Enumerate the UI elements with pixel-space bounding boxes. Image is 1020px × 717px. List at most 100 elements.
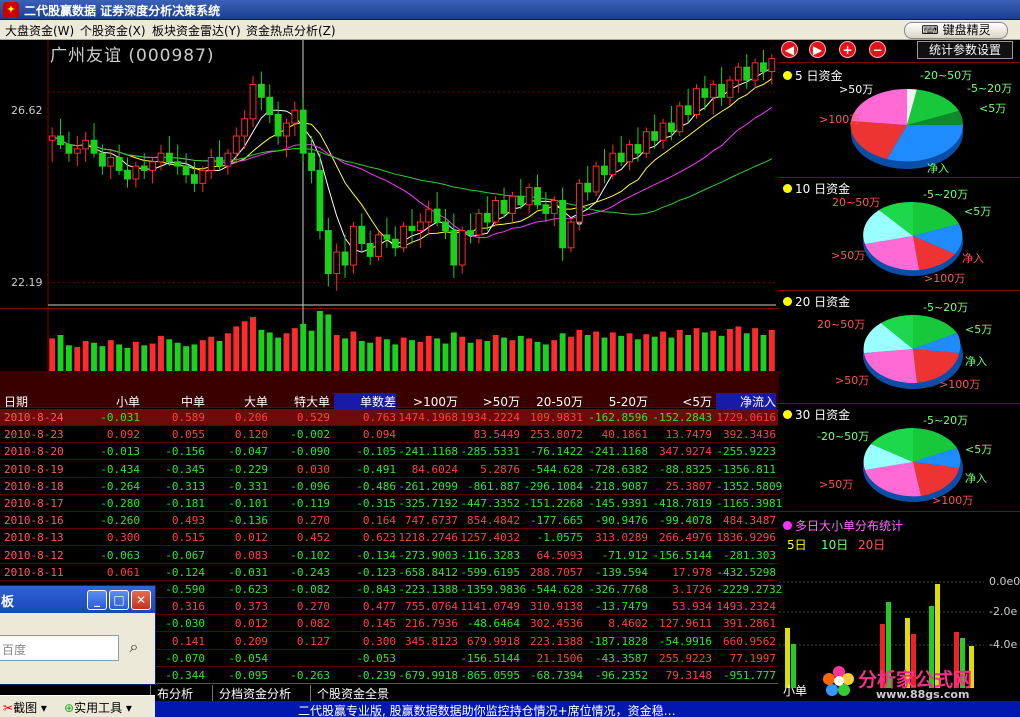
search-input[interactable]: 百度: [0, 635, 119, 661]
volume-footer: [0, 371, 779, 391]
candle-body: [483, 212, 491, 223]
table-cell: -0.331: [228, 479, 268, 493]
overlapping-window[interactable]: 板 _ □ ✕ 百度 ⌕: [0, 585, 156, 685]
table-cell: -0.156: [165, 445, 205, 459]
col-large[interactable]: 大单: [210, 393, 268, 410]
tab-5d[interactable]: 5日: [787, 536, 807, 553]
pie-label: 净入: [965, 355, 987, 368]
pie-label: 净入: [965, 472, 987, 485]
table-row[interactable]: 2010-8-12 -0.063 -0.067 0.083 -0.102 -0.134 -2…: [0, 547, 778, 564]
col-over-50w[interactable]: >50万: [460, 393, 520, 410]
search-icon[interactable]: ⌕: [121, 636, 147, 660]
menu-bar: 大盘资金(W) 个股资金(X) 板块资金雷达(Y) 资金热点分析(Z) ⌨ 键盘…: [0, 20, 1020, 40]
bullet-icon: [783, 297, 792, 306]
tab-10d[interactable]: 10日: [821, 536, 848, 553]
volume-bar: [149, 343, 156, 371]
utilities-tool[interactable]: ⊕实用工具 ▾: [64, 699, 132, 716]
table-cell: -432.5298: [716, 565, 776, 579]
arrow-left-icon[interactable]: ◀: [781, 41, 798, 58]
volume-bar: [735, 326, 742, 371]
volume-bar: [693, 328, 700, 371]
candle-body: [266, 96, 274, 115]
table-cell: -326.7768: [588, 583, 648, 596]
table-cell: -0.047: [228, 445, 268, 459]
menu-stock-capital[interactable]: 个股资金(X): [80, 22, 146, 39]
plus-icon[interactable]: +: [839, 41, 856, 58]
volume-bar: [425, 335, 432, 371]
table-cell: 755.0764: [405, 600, 458, 614]
minus-icon[interactable]: −: [869, 41, 886, 58]
col-under-5w[interactable]: <5万: [650, 393, 712, 410]
volume-bar: [676, 329, 683, 371]
table-cell: 0.477: [362, 600, 396, 614]
table-row[interactable]: 2010-8-16 -0.260 0.493 -0.136 0.270 0.164 747.…: [0, 512, 778, 530]
table-cell: -0.134: [356, 548, 396, 562]
table-cell: -0.313: [165, 479, 205, 493]
table-row[interactable]: 2010-8-17 -0.280 -0.181 -0.101 -0.119 -0.315-…: [0, 495, 782, 512]
table-cell: 1493.2324: [716, 600, 776, 614]
pie-label: 净入: [962, 252, 984, 265]
volume-bar: [568, 336, 574, 371]
candle-body: [734, 66, 742, 81]
table-cell: 302.4536: [530, 617, 583, 631]
pie-section-30d: 30 日资金 -5~20万 -20~50万 <5万 净入 >50万 >100万: [779, 403, 1020, 511]
minimize-icon[interactable]: _: [87, 590, 107, 610]
table-row[interactable]: 2010-8-13 0.300 0.515 0.012 0.452 0.623 1218.2…: [0, 529, 778, 547]
col-xlarge[interactable]: 特大单: [270, 393, 330, 410]
table-row[interactable]: 2010-8-24 -0.031 0.589 0.206 0.529 0.763 1474.…: [0, 409, 778, 426]
tab-tiered-capital-analysis[interactable]: 分档资金分析: [212, 685, 297, 702]
col-date[interactable]: 日期: [4, 393, 28, 410]
table-cell: -0.090: [290, 445, 330, 459]
stats-settings-button[interactable]: 统计参数设置: [917, 41, 1013, 59]
bullet-icon: [783, 184, 792, 193]
table-row[interactable]: 2010-8-23 0.092 0.055 0.120 -0.002 0.094 83.54…: [0, 426, 778, 444]
tab-stock-capital-overview[interactable]: 个股资金全景: [310, 685, 395, 702]
keyboard-wizard-button[interactable]: ⌨ 键盘精灵: [904, 22, 1008, 39]
pie-label: <5万: [964, 205, 992, 218]
volume-bar: [618, 335, 625, 371]
col-medium[interactable]: 中单: [145, 393, 205, 410]
col-5-20w[interactable]: 5-20万: [586, 393, 648, 410]
col-20-50w[interactable]: 20-50万: [522, 393, 583, 410]
table-row[interactable]: 2010-8-20 -0.013 -0.156 -0.047 -0.090 -0.105-…: [0, 443, 778, 461]
menu-sector-radar[interactable]: 板块资金雷达(Y): [152, 22, 241, 39]
candle-body: [651, 131, 659, 141]
candle-body: [517, 195, 525, 206]
pie-section-5d: 5 日资金 -20~50万 -5~20万 >50万 <5万 >100万 净入: [779, 62, 1020, 177]
table-cell: 0.589: [171, 411, 205, 424]
col-over-100w[interactable]: >100万: [398, 393, 458, 410]
screenshot-tool[interactable]: ✂截图 ▾: [3, 699, 47, 716]
tab-distribution-analysis[interactable]: 布分析: [150, 685, 199, 702]
arrow-right-icon[interactable]: ▶: [809, 41, 826, 58]
col-net-inflow[interactable]: 净流入: [716, 393, 776, 410]
volume-bar: [57, 335, 64, 371]
table-cell-date: 2010-8-16: [4, 514, 64, 528]
volume-bar: [501, 337, 507, 371]
candle-body: [525, 187, 533, 206]
candle-body: [324, 230, 332, 275]
tab-20d[interactable]: 20日: [858, 536, 885, 553]
table-cell: -139.594: [595, 565, 648, 579]
volume-bar: [392, 344, 399, 371]
maximize-icon[interactable]: □: [109, 590, 129, 610]
table-cell: 0.270: [296, 514, 330, 528]
window-caption[interactable]: 板 _ □ ✕: [0, 586, 155, 613]
menu-market-capital[interactable]: 大盘资金(W): [5, 22, 74, 39]
volume-bar: [91, 342, 97, 371]
col-count-diff[interactable]: 单数差: [334, 393, 396, 410]
price-chart[interactable]: [0, 40, 779, 391]
table-row[interactable]: 2010-8-11 0.061 -0.124 -0.031 -0.243 -0.123 -6…: [0, 564, 778, 581]
table-cell: -0.054: [228, 651, 268, 665]
table-row[interactable]: 2010-8-19 -0.434 -0.345 -0.229 0.030 -0.491 84…: [0, 461, 778, 478]
candle-body: [341, 251, 349, 266]
close-icon[interactable]: ✕: [131, 590, 151, 610]
price-high-label: 26.62: [11, 104, 43, 117]
table-cell: 0.300: [106, 531, 140, 545]
table-cell: -418.7819: [652, 497, 712, 510]
menu-hotspot-analysis[interactable]: 资金热点分析(Z): [246, 22, 336, 39]
table-cell: 0.515: [171, 531, 205, 545]
volume-bar: [141, 345, 148, 371]
table-cell: -0.119: [290, 497, 330, 510]
table-row[interactable]: 2010-8-18 -0.264 -0.313 -0.331 -0.096 -0.486-…: [0, 478, 782, 495]
col-small[interactable]: 小单: [80, 393, 140, 410]
